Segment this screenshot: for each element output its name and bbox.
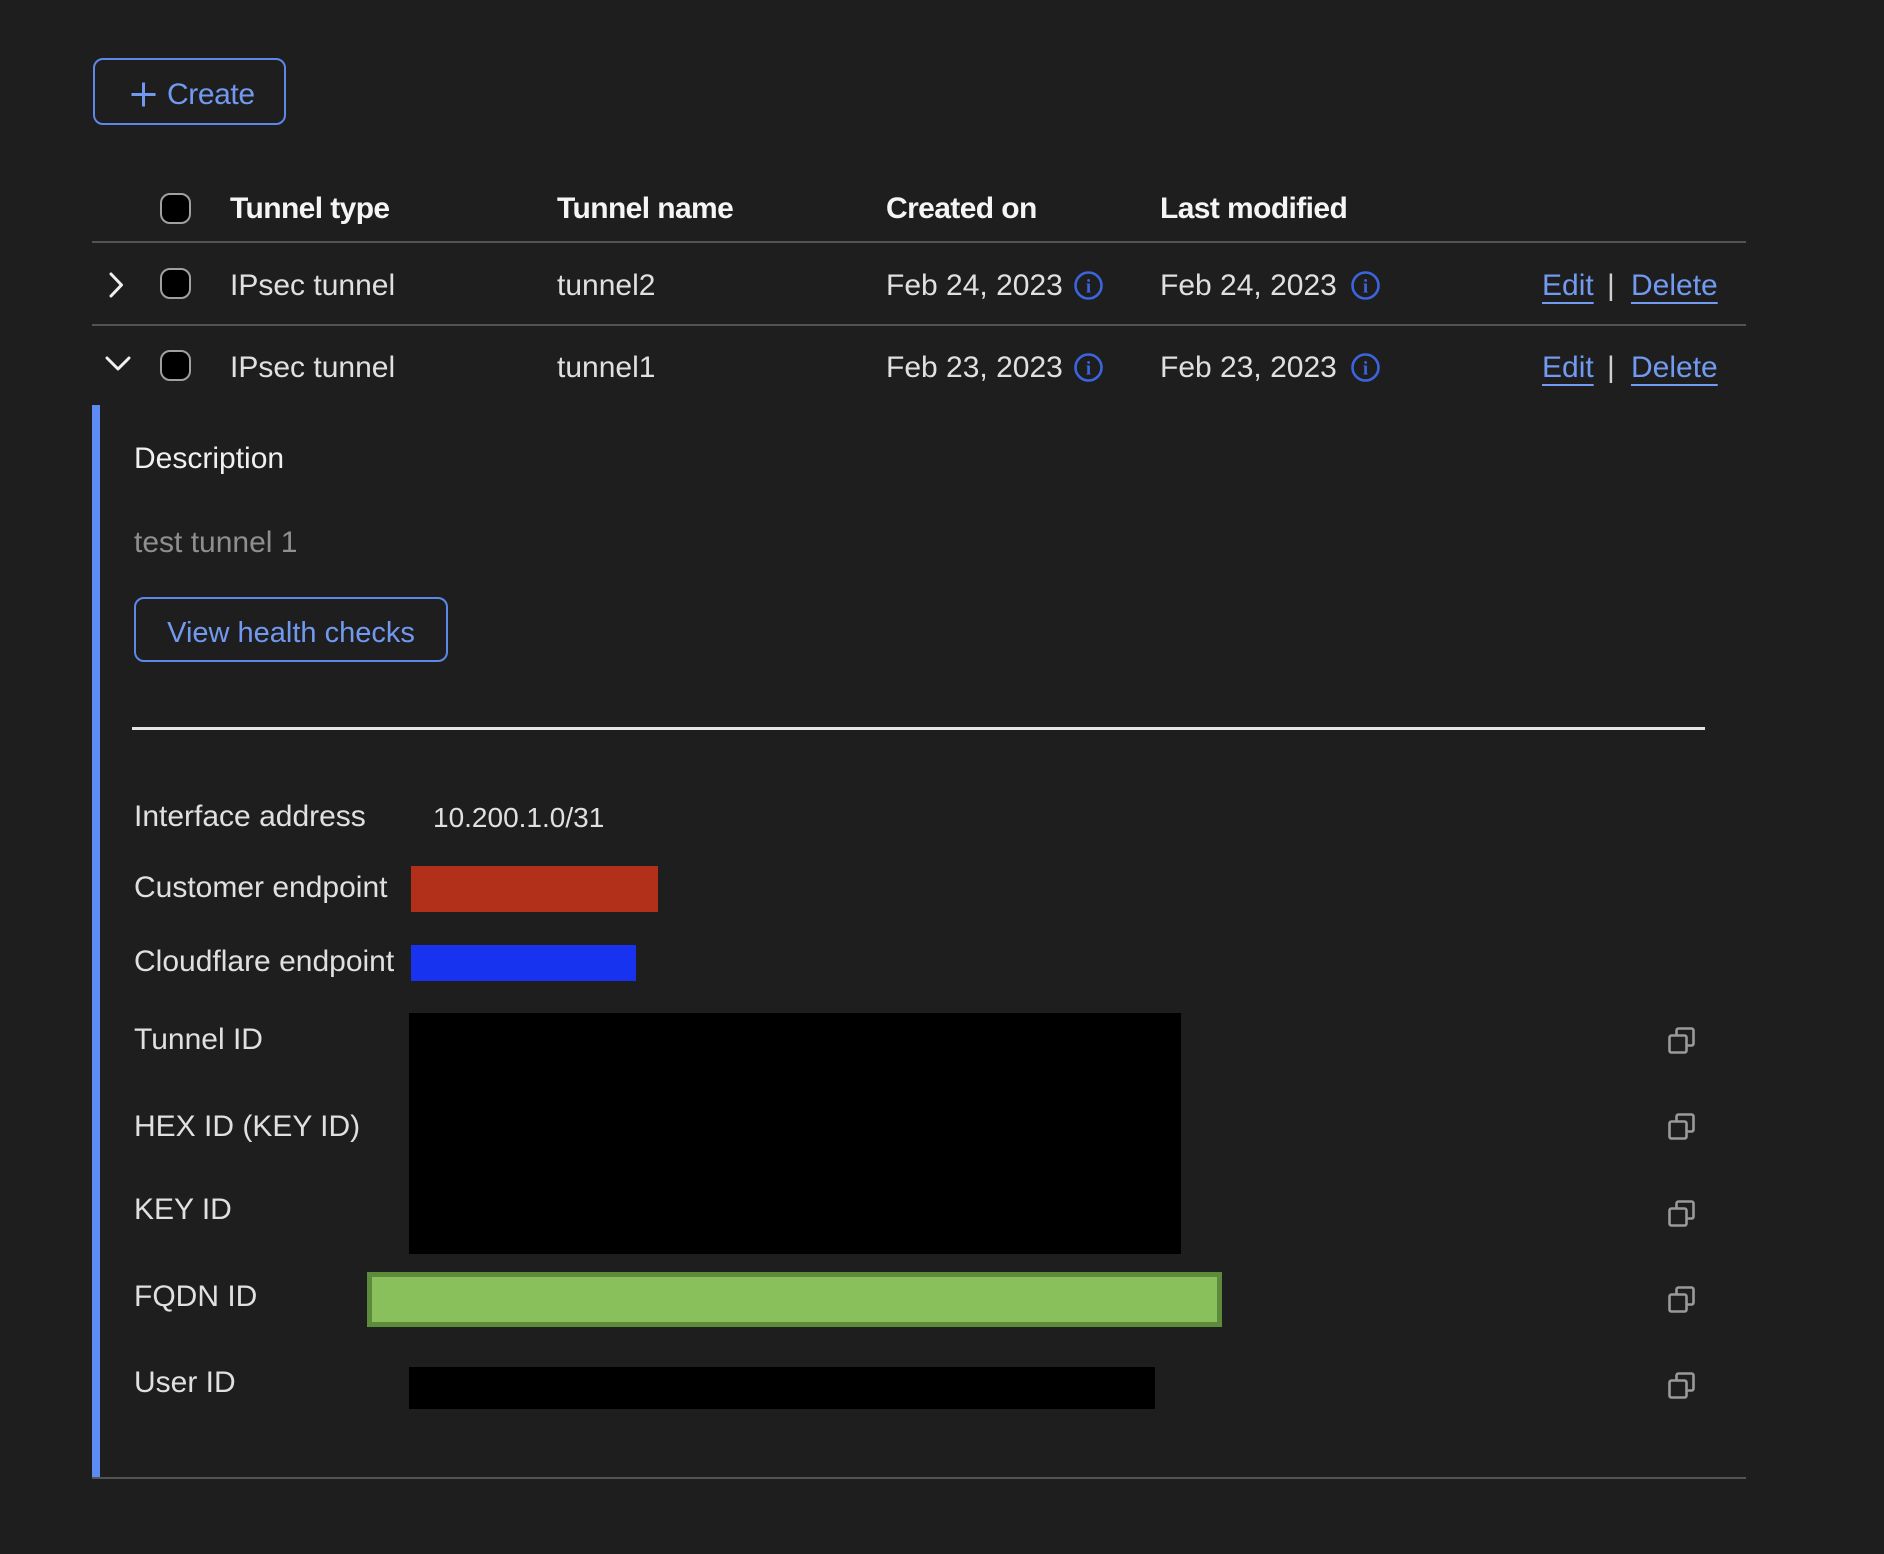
svg-text:i: i bbox=[1086, 359, 1091, 380]
svg-text:i: i bbox=[1363, 359, 1368, 380]
svg-text:i: i bbox=[1086, 277, 1091, 298]
svg-text:i: i bbox=[1363, 277, 1368, 298]
